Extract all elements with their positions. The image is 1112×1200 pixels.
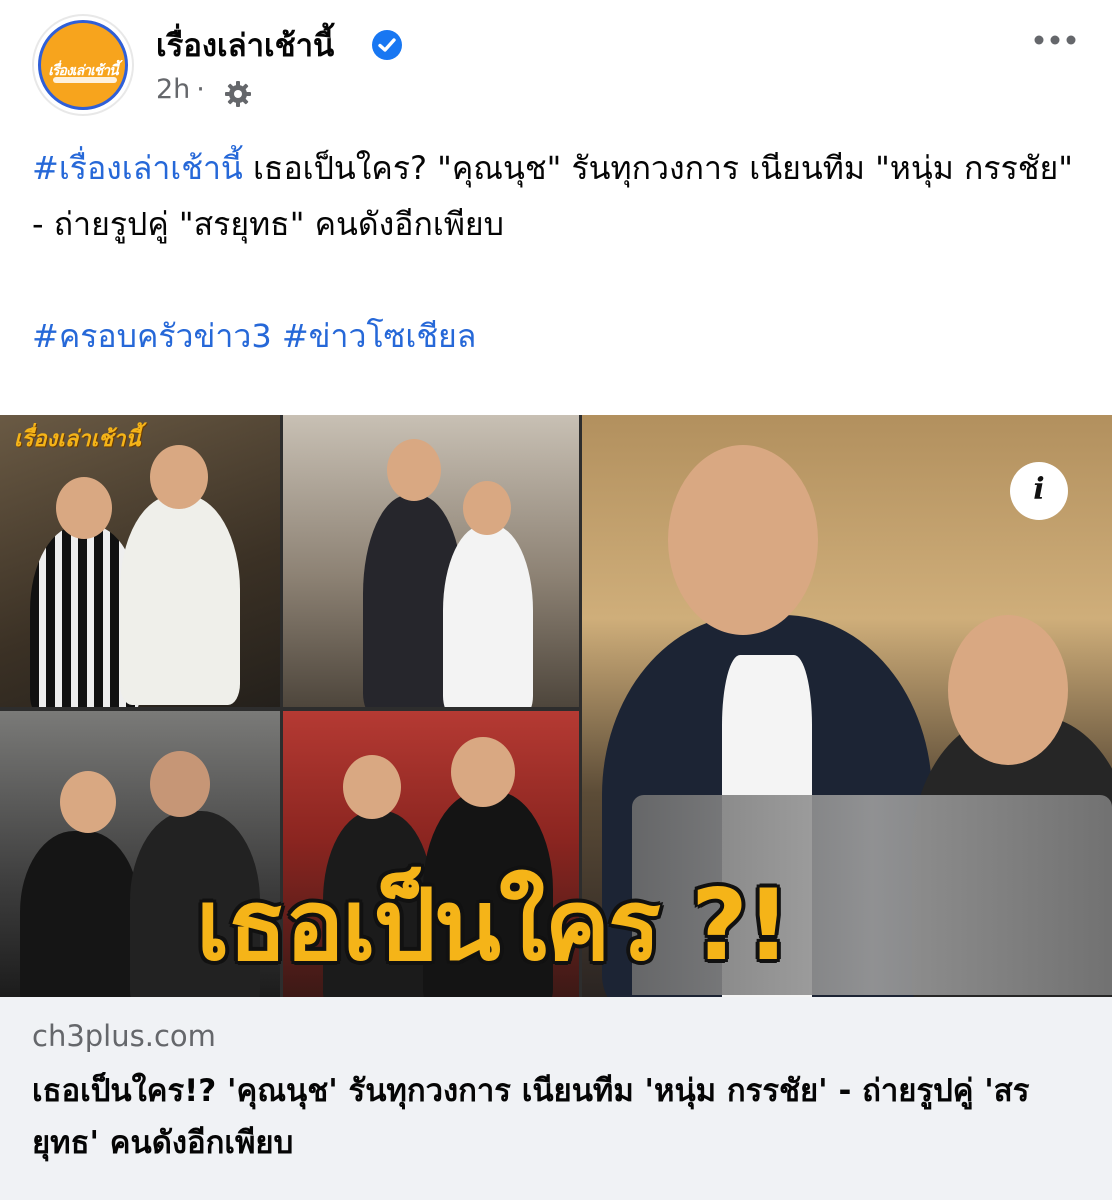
post-meta: 2h · (156, 74, 211, 105)
page-name-link[interactable]: เรื่องเล่าเช้านี้ (156, 20, 334, 70)
page-avatar[interactable]: เรื่องเล่าเช้านี้ (32, 14, 134, 116)
person-head (343, 755, 401, 819)
person-figure (120, 495, 240, 705)
post-header: เรื่องเล่าเช้านี้ เรื่องเล่าเช้านี้ 2h · (0, 0, 1112, 120)
person-head (56, 477, 112, 539)
channel-logo: เรื่องเล่าเช้านี้ (14, 427, 141, 452)
person-head (387, 439, 441, 501)
link-preview-card[interactable]: ch3plus.com เธอเป็นใคร!? 'คุณนุช' รันทุก… (0, 997, 1112, 1200)
person-head (150, 445, 208, 509)
image-overlay-title: เธอเป็นใคร ?! (196, 869, 791, 983)
avatar-swoosh (53, 77, 117, 83)
privacy-settings-icon[interactable] (224, 80, 252, 108)
collage-photo: เรื่องเล่าเช้านี้ (0, 415, 280, 707)
info-icon: i (1033, 472, 1045, 507)
person-head (150, 751, 210, 817)
more-options-icon[interactable] (1032, 26, 1078, 54)
person-figure (20, 831, 140, 997)
info-button[interactable]: i (1010, 462, 1068, 520)
person-head (463, 481, 511, 535)
meta-separator: · (196, 74, 205, 105)
hashtag-link[interactable]: #ครอบครัวข่าว3 (32, 317, 272, 355)
post-caption: #เรื่องเล่าเช้านี้ เธอเป็นใคร? "คุณนุช" … (32, 140, 1082, 364)
person-head (668, 445, 818, 635)
verified-badge-icon (372, 30, 402, 60)
link-domain: ch3plus.com (32, 1019, 216, 1053)
collage-photo (283, 415, 579, 707)
link-title[interactable]: เธอเป็นใคร!? 'คุณนุช' รันทุกวงการ เนียนท… (32, 1065, 1082, 1169)
post-image[interactable]: เรื่องเล่าเช้านี้ เธอเป็นใคร ?! i (0, 415, 1112, 997)
post-timestamp[interactable]: 2h (156, 74, 190, 105)
hashtag-link[interactable]: #ข่าวโซเชียล (282, 317, 477, 355)
person-head (451, 737, 515, 807)
person-figure (443, 525, 533, 707)
person-head (948, 615, 1068, 765)
person-head (60, 771, 116, 833)
avatar-logo: เรื่องเล่าเช้านี้ (38, 20, 128, 110)
hashtag-link[interactable]: #เรื่องเล่าเช้านี้ (32, 149, 243, 187)
